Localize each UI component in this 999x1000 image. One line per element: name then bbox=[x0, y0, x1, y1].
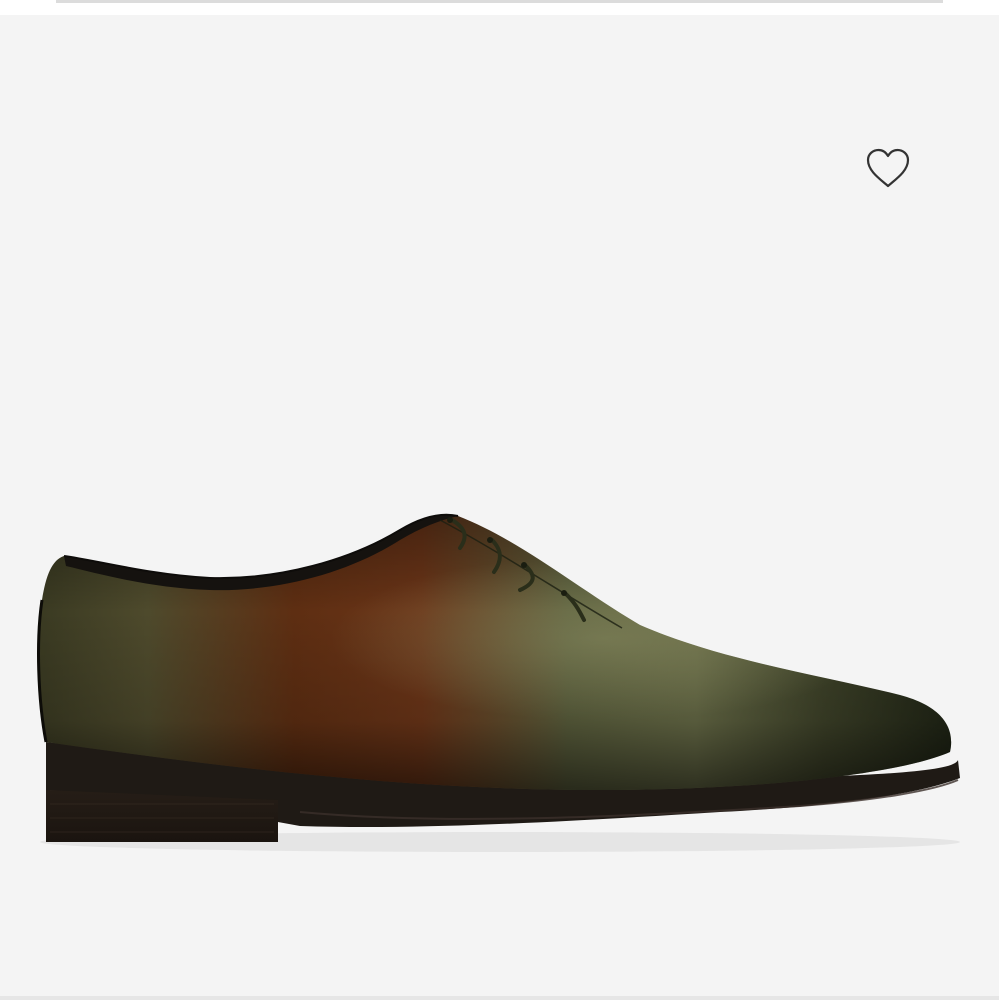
bottom-divider bbox=[0, 996, 999, 1000]
product-gallery bbox=[0, 0, 999, 1000]
wishlist-heart-button[interactable] bbox=[862, 144, 914, 194]
oxford-shoe-image bbox=[37, 513, 960, 852]
heart-outline-icon bbox=[866, 148, 910, 188]
